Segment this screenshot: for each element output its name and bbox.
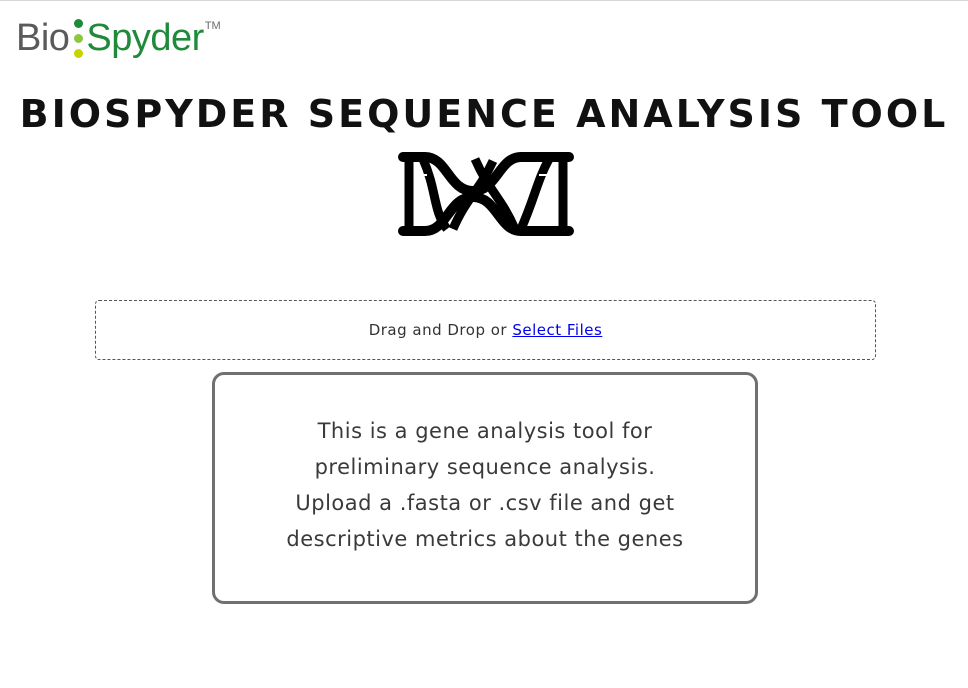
dna-icon [398,152,574,236]
biospyder-logo[interactable]: Bio Spyder TM [16,15,221,65]
file-dropzone[interactable]: Drag and Drop or Select Files [95,300,876,360]
info-line: descriptive metrics about the genes [286,527,684,551]
logo-dots-icon [72,15,84,61]
top-divider [0,0,968,1]
info-panel: This is a gene analysis tool for prelimi… [212,372,758,604]
dropzone-prompt: Drag and Drop or [368,321,513,339]
page-title: BIOSPYDER SEQUENCE ANALYSIS TOOL [19,92,949,136]
info-line: preliminary sequence analysis. [314,455,656,479]
select-files-link[interactable]: Select Files [512,321,602,339]
logo-bio-text: Bio [16,17,70,59]
info-line: Upload a .fasta or .csv file and get [295,491,675,515]
logo-spyder-text: Spyder [86,17,204,59]
info-description: This is a gene analysis tool for prelimi… [215,413,755,557]
info-line: This is a gene analysis tool for [317,419,653,443]
logo-trademark: TM [204,20,221,32]
